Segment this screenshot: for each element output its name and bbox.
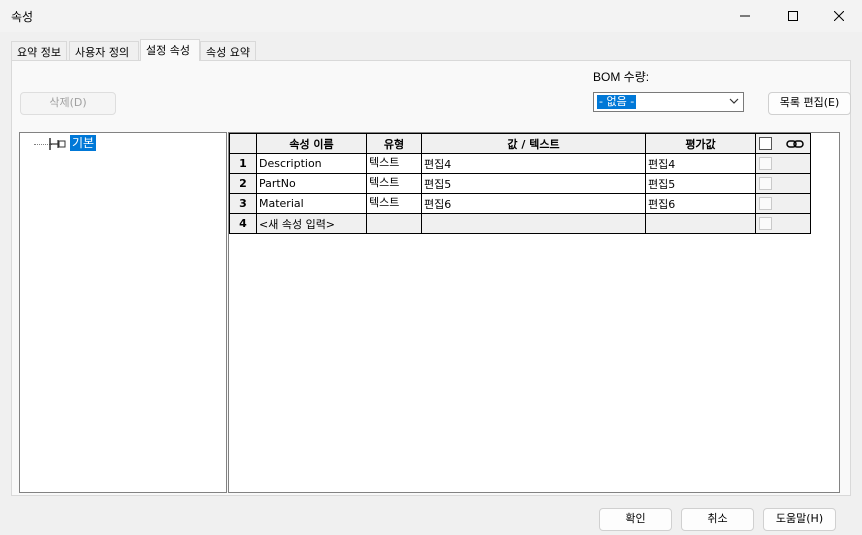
property-type-cell[interactable]: 텍스트 xyxy=(366,193,422,214)
tree-item-default[interactable]: 기본 xyxy=(70,135,97,151)
new-property-row[interactable]: 4 <새 속성 입력> xyxy=(229,213,811,234)
link-cell xyxy=(755,153,811,174)
link-checkbox[interactable] xyxy=(759,157,772,171)
link-checkbox[interactable] xyxy=(759,217,772,231)
column-header-link xyxy=(755,133,811,154)
link-checkbox[interactable] xyxy=(759,197,772,211)
property-value-cell[interactable]: 편집5 xyxy=(421,173,646,194)
tab-summary[interactable]: 요약 정보 xyxy=(11,41,67,60)
ok-button[interactable]: 확인 xyxy=(599,508,672,531)
column-header-value[interactable]: 값 / 텍스트 xyxy=(421,133,646,154)
table-row[interactable]: 1 Description 텍스트 편집4 편집4 xyxy=(229,153,811,174)
bom-quantity-value: - 없음 - xyxy=(597,95,637,109)
config-node-icon xyxy=(49,138,66,150)
help-button[interactable]: 도움말(H) xyxy=(763,508,836,531)
bom-quantity-label: BOM 수량: xyxy=(593,70,650,84)
row-number[interactable]: 2 xyxy=(229,173,257,194)
chevron-down-icon xyxy=(729,98,739,104)
property-evaluated-cell: 편집4 xyxy=(645,153,756,174)
property-evaluated-cell xyxy=(645,213,756,234)
table-row[interactable]: 2 PartNo 텍스트 편집5 편집5 xyxy=(229,173,811,194)
column-header-evaluated[interactable]: 평가값 xyxy=(645,133,756,154)
grid-corner[interactable] xyxy=(229,133,257,154)
close-button[interactable] xyxy=(816,0,862,32)
property-name-cell[interactable]: PartNo xyxy=(256,173,367,194)
link-cell xyxy=(755,193,811,214)
title-bar: 속성 xyxy=(0,0,862,32)
minimize-button[interactable] xyxy=(722,0,768,32)
row-number[interactable]: 1 xyxy=(229,153,257,174)
close-icon xyxy=(834,11,844,21)
property-evaluated-cell: 편집6 xyxy=(645,193,756,214)
new-property-placeholder[interactable]: <새 속성 입력> xyxy=(256,213,367,234)
properties-grid-area: 속성 이름 유형 값 / 텍스트 평가값 1 Description 텍스트 편… xyxy=(228,132,840,493)
tab-properties-summary[interactable]: 속성 요약 xyxy=(200,41,256,60)
tab-config-properties[interactable]: 설정 속성 xyxy=(140,39,200,61)
window-title: 속성 xyxy=(11,10,34,24)
property-name-cell[interactable]: Description xyxy=(256,153,367,174)
bom-quantity-select[interactable]: - 없음 - xyxy=(593,92,744,112)
select-all-checkbox[interactable] xyxy=(759,137,772,151)
property-type-cell[interactable] xyxy=(366,213,422,234)
link-icon xyxy=(786,140,804,148)
grid-header-row: 속성 이름 유형 값 / 텍스트 평가값 xyxy=(229,133,811,154)
property-value-cell[interactable]: 편집4 xyxy=(421,153,646,174)
property-value-cell[interactable]: 편집6 xyxy=(421,193,646,214)
property-type-cell[interactable]: 텍스트 xyxy=(366,153,422,174)
row-number[interactable]: 3 xyxy=(229,193,257,214)
minimize-icon xyxy=(740,15,750,17)
tab-custom[interactable]: 사용자 정의 xyxy=(69,41,139,60)
properties-grid: 속성 이름 유형 값 / 텍스트 평가값 1 Description 텍스트 편… xyxy=(229,133,811,234)
table-row[interactable]: 3 Material 텍스트 편집6 편집6 xyxy=(229,193,811,214)
link-checkbox[interactable] xyxy=(759,177,772,191)
column-header-type[interactable]: 유형 xyxy=(366,133,422,154)
property-type-cell[interactable]: 텍스트 xyxy=(366,173,422,194)
link-cell xyxy=(755,213,811,234)
row-number[interactable]: 4 xyxy=(229,213,257,234)
maximize-icon xyxy=(788,11,798,21)
link-cell xyxy=(755,173,811,194)
maximize-button[interactable] xyxy=(770,0,816,32)
column-header-name[interactable]: 속성 이름 xyxy=(256,133,367,154)
property-value-cell[interactable] xyxy=(421,213,646,234)
property-name-cell[interactable]: Material xyxy=(256,193,367,214)
delete-button[interactable]: 삭제(D) xyxy=(20,92,116,115)
cancel-button[interactable]: 취소 xyxy=(681,508,754,531)
property-evaluated-cell: 편집5 xyxy=(645,173,756,194)
configuration-tree[interactable]: 기본 xyxy=(19,132,227,493)
edit-list-button[interactable]: 목록 편집(E) xyxy=(768,92,851,115)
